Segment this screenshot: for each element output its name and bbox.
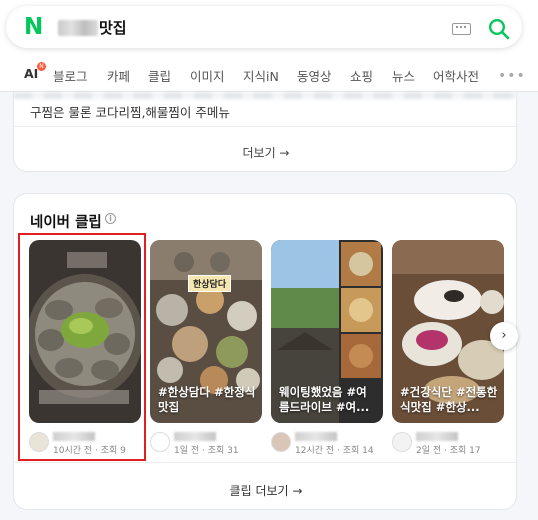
tab-cafe[interactable]: 카페 [107,66,130,85]
clip-thumbnail[interactable]: #건강식단 #전통한식맛집 #한상... [392,240,504,423]
blurred-text-strip [14,92,518,99]
clip-caption: #건강식단 #전통한식맛집 #한상... [400,385,498,414]
clip-caption: 웨이팅했었음 #여름드라이브 #여... [279,385,370,414]
more-button[interactable]: 더보기 → [14,144,518,161]
divider [14,126,518,127]
clip-meta: 12시간 전 · 조회 14 [271,432,401,456]
clip-meta: 1일 전 · 조회 31 [150,432,280,456]
new-badge: N [37,62,46,71]
tab-dictionary[interactable]: 어학사전 [433,66,479,85]
tab-video[interactable]: 동영상 [297,66,332,85]
clip-meta-text: 1일 전 · 조회 31 [174,446,239,456]
keyboard-icon[interactable] [452,23,471,35]
clip-thumbnail[interactable]: 한상담다 #한상담다 #한정식맛집 [150,240,262,423]
section-title: 네이버 클립 [30,215,102,231]
author-name[interactable] [295,432,337,441]
author-name[interactable] [174,432,216,441]
clip-meta: 2일 전 · 조회 17 [392,432,522,456]
more-tabs-icon[interactable]: ••• [498,68,526,84]
chevron-right-icon[interactable]: › [490,322,518,350]
author-name[interactable] [416,432,458,441]
tab-news[interactable]: 뉴스 [392,66,415,85]
avatar[interactable] [150,432,170,452]
search-header: N 맛집 AI N 블로그 카페 클립 이미지 지식iN 동영상 쇼핑 뉴스 어… [0,0,538,92]
tab-ai[interactable]: AI [24,66,38,81]
naver-logo[interactable]: N [24,16,43,39]
divider [14,462,518,463]
clip-meta-text: 12시간 전 · 조회 14 [295,446,374,456]
search-icon[interactable] [488,18,510,40]
tab-shopping[interactable]: 쇼핑 [350,66,373,85]
tab-blog[interactable]: 블로그 [53,66,88,85]
search-query[interactable]: 맛집 [99,17,127,38]
clip-more-button[interactable]: 클립 더보기 → [14,482,518,499]
search-tabs: AI N 블로그 카페 클립 이미지 지식iN 동영상 쇼핑 뉴스 어학사전 •… [0,56,538,92]
tab-kin[interactable]: 지식iN [243,66,279,85]
tab-image[interactable]: 이미지 [190,66,225,85]
avatar[interactable] [271,432,291,452]
blurred-query-text [58,20,98,36]
clip-thumbnail[interactable]: 웨이팅했었음 #여름드라이브 #여... [271,240,383,423]
place-card: 구찜은 물론 코다리찜,해물찜이 주메뉴 더보기 → [13,92,518,172]
tab-clip[interactable]: 클립 [148,66,171,85]
highlight-box [18,233,146,461]
clip-badge: 한상담다 [188,275,232,292]
menu-description: 구찜은 물론 코다리찜,해물찜이 주메뉴 [30,105,230,120]
info-icon[interactable]: i [105,213,116,224]
clip-caption: #한상담다 #한정식맛집 [158,385,256,414]
clip-meta-text: 2일 전 · 조회 17 [416,446,481,456]
search-bar[interactable]: N 맛집 [6,6,522,48]
avatar[interactable] [392,432,412,452]
